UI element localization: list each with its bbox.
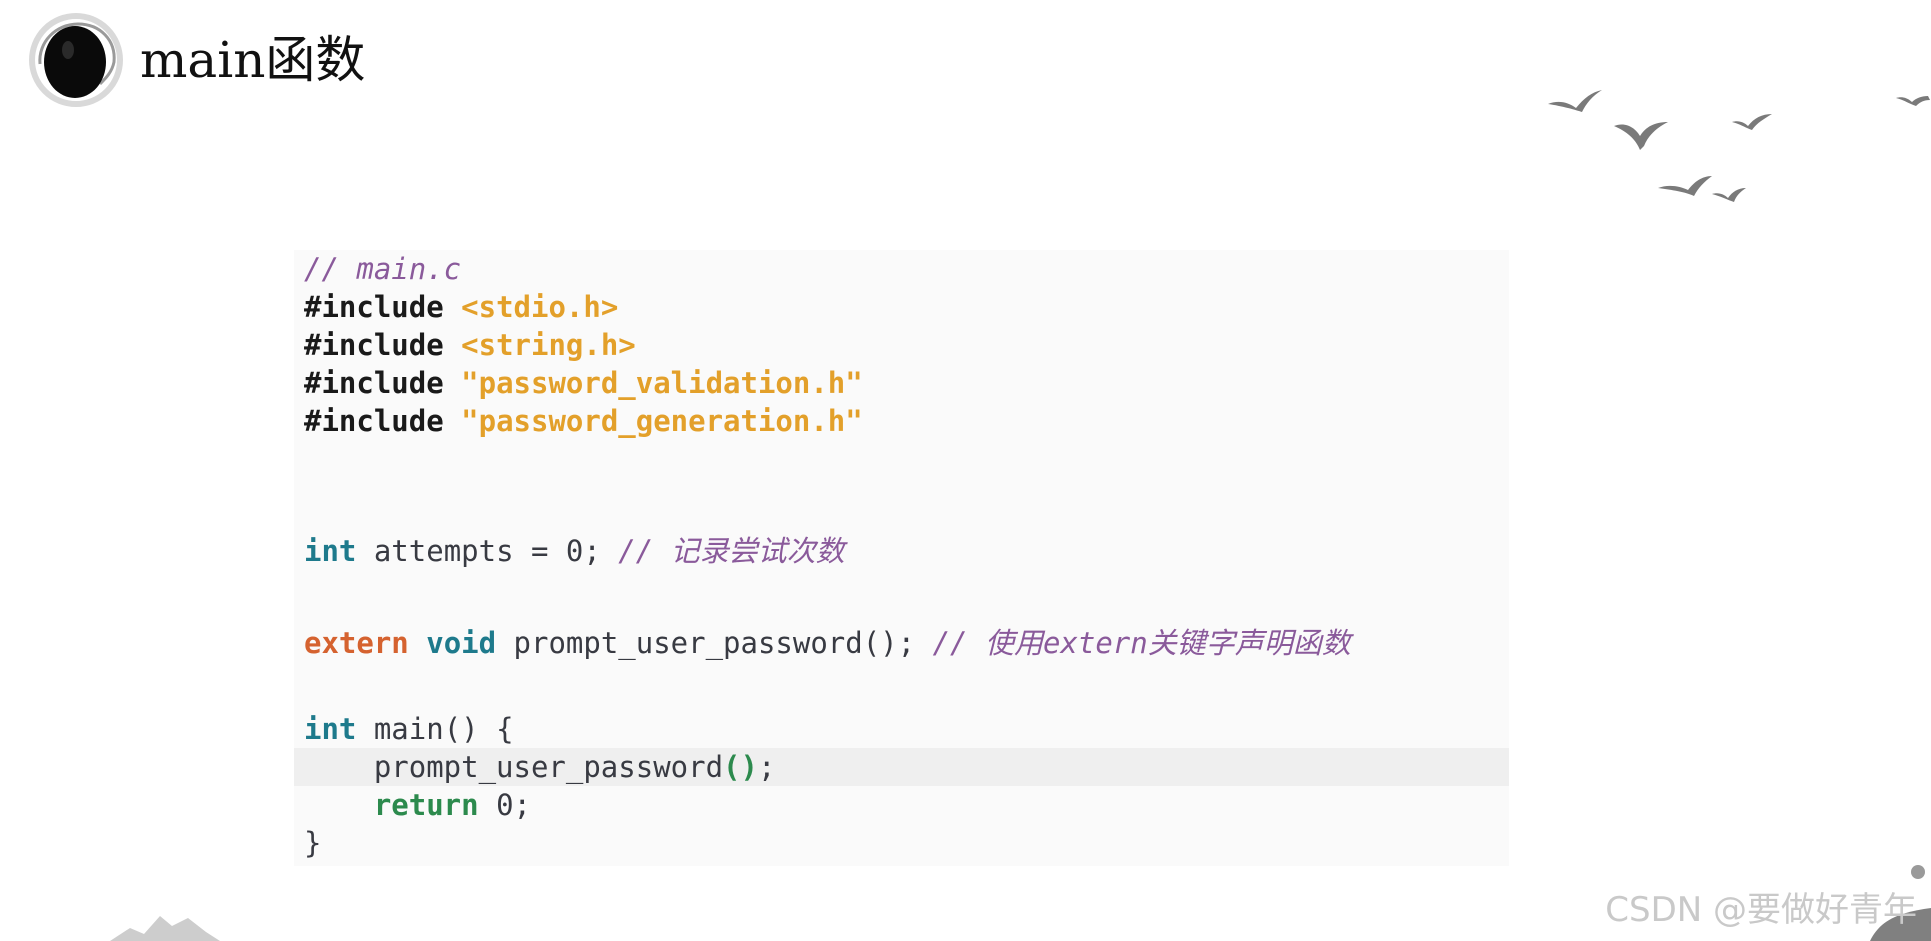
- code-token: <string.h>: [461, 328, 636, 362]
- code-token: prompt_user_password();: [496, 626, 933, 660]
- code-token: <stdio.h>: [461, 290, 619, 324]
- code-line: int main() {: [294, 710, 1509, 748]
- code-block: // main.c #include <stdio.h> #include <str…: [294, 250, 1509, 866]
- code-token: // main.c: [304, 252, 462, 286]
- code-token: prompt_user_password: [304, 750, 724, 784]
- code-token: int: [304, 534, 357, 568]
- code-line: return 0;: [294, 786, 1509, 824]
- flying-birds-icon: [1540, 80, 1931, 220]
- code-line: #include "password_generation.h": [294, 402, 1509, 440]
- code-token: void: [426, 626, 497, 660]
- code-token: "password_validation.h": [461, 366, 863, 400]
- mountain-decoration-icon: [110, 910, 220, 941]
- watermark: CSDN @要做好青年: [1605, 890, 1917, 930]
- slide-header: main函数: [28, 10, 365, 110]
- code-token: return: [373, 788, 479, 822]
- code-line: extern void prompt_user_password(); // 使…: [294, 624, 1509, 662]
- code-token: ;: [757, 750, 776, 784]
- slide-title: main函数: [140, 31, 366, 89]
- code-line: #include <stdio.h>: [294, 288, 1509, 326]
- code-token: // 使用extern关键字声明函数: [932, 626, 1351, 660]
- code-token: #include: [304, 290, 444, 324]
- code-token: attempts = 0;: [356, 534, 619, 568]
- slide: main函数 // main.c #include <stdio.h> #inclu…: [0, 0, 1931, 941]
- code-line: int attempts = 0; // 记录尝试次数: [294, 532, 1509, 570]
- code-line: }: [294, 824, 1509, 862]
- code-token: 0;: [478, 788, 531, 822]
- code-token: }: [304, 826, 322, 860]
- code-token: int: [304, 712, 357, 746]
- code-line: // main.c: [294, 250, 1509, 288]
- code-line: #include <string.h>: [294, 326, 1509, 364]
- code-token: (): [723, 750, 758, 784]
- code-token: #include: [304, 404, 444, 438]
- code-line: prompt_user_password();: [294, 748, 1509, 786]
- code-token: "password_generation.h": [461, 404, 863, 438]
- code-line: #include "password_validation.h": [294, 364, 1509, 402]
- code-token: main() {: [356, 712, 514, 746]
- code-token: // 记录尝试次数: [618, 534, 845, 568]
- code-token: #include: [304, 328, 444, 362]
- code-token: #include: [304, 366, 444, 400]
- code-token: extern: [304, 626, 409, 660]
- ink-circle-icon: [28, 12, 124, 108]
